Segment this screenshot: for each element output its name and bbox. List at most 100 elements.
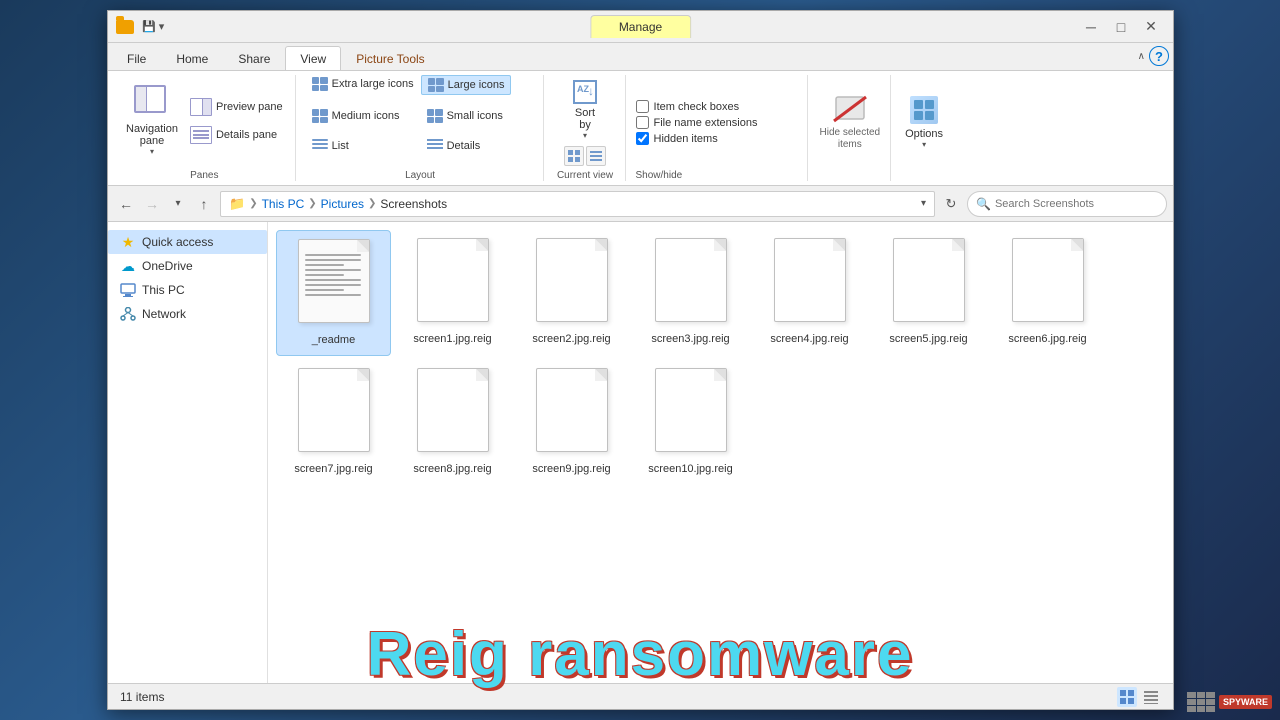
file-item-readme[interactable]: _readme (276, 230, 391, 356)
file-item-screen7[interactable]: screen7.jpg.reig (276, 360, 391, 484)
ribbon-group-panes: Navigation pane ▾ Preview pane Details p… (114, 75, 296, 181)
hide-selected-content: Hide selected items (816, 75, 885, 166)
network-icon (120, 306, 136, 322)
ribbon-collapse-button[interactable]: ∧ (1138, 51, 1145, 62)
file-item-screen10[interactable]: screen10.jpg.reig (633, 360, 748, 484)
search-input[interactable] (995, 198, 1158, 210)
add-columns-button[interactable] (586, 146, 606, 166)
details-toggle-icon (1144, 690, 1158, 704)
item-check-boxes-checkbox[interactable] (636, 100, 649, 113)
file-page-screen4 (774, 238, 846, 322)
this-pc-icon (120, 282, 136, 298)
recent-locations-button[interactable]: ▾ (166, 192, 190, 216)
spyware-logo: SPYWARE (1187, 692, 1272, 712)
sidebar-item-this-pc[interactable]: This PC (108, 278, 267, 302)
group-by-button[interactable] (564, 146, 584, 166)
hidden-items-toggle[interactable]: Hidden items (636, 132, 758, 145)
file-name-extensions-toggle[interactable]: File name extensions (636, 116, 758, 129)
hidden-items-checkbox[interactable] (636, 132, 649, 145)
up-button[interactable]: ↑ (192, 192, 216, 216)
breadcrumb-this-pc[interactable]: This PC (262, 197, 305, 211)
sort-icon (570, 77, 600, 107)
close-button[interactable]: ✕ (1137, 17, 1165, 37)
file-icon-screen5 (889, 238, 969, 328)
minimize-button[interactable]: ─ (1077, 17, 1105, 37)
file-page-screen9 (536, 368, 608, 452)
list-button[interactable]: List (306, 137, 355, 155)
tab-home[interactable]: Home (161, 46, 223, 70)
manage-tab-header[interactable]: Manage (590, 15, 691, 38)
small-icons-button[interactable]: Small icons (421, 107, 509, 125)
large-icons-button[interactable]: Large icons (421, 75, 512, 95)
list-row: List (306, 137, 420, 155)
file-item-screen9[interactable]: screen9.jpg.reig (514, 360, 629, 484)
file-icon-readme (294, 239, 374, 329)
tab-share[interactable]: Share (223, 46, 285, 70)
details-toggle-button[interactable] (1141, 687, 1161, 707)
hide-selected-button[interactable]: Hide selected items (816, 87, 885, 155)
medium-icons-button[interactable]: Medium icons (306, 107, 406, 125)
details-pane-button[interactable]: Details pane (186, 124, 287, 146)
file-item-screen2[interactable]: screen2.jpg.reig (514, 230, 629, 356)
refresh-button[interactable]: ↻ (939, 192, 963, 216)
file-item-screen3[interactable]: screen3.jpg.reig (633, 230, 748, 356)
navigation-buttons: ← → ▾ ↑ (114, 192, 216, 216)
breadcrumb-screenshots: Screenshots (380, 197, 447, 211)
details-button[interactable]: Details (421, 137, 487, 155)
forward-button[interactable]: → (140, 192, 164, 216)
file-page-screen8 (417, 368, 489, 452)
ribbon-tab-bar: File Home Share View Picture Tools ∧ ? (108, 43, 1173, 71)
search-bar[interactable]: 🔍 (967, 191, 1167, 217)
readme-line-9 (305, 294, 361, 296)
breadcrumb-sep-3: ❯ (368, 198, 376, 209)
breadcrumb-bar[interactable]: 📁 ❯ This PC ❯ Pictures ❯ Screenshots ▾ (220, 191, 935, 217)
file-name-screen10: screen10.jpg.reig (648, 462, 732, 476)
maximize-button[interactable]: □ (1107, 17, 1135, 37)
preview-pane-button[interactable]: Preview pane (186, 96, 287, 118)
file-name-extensions-checkbox[interactable] (636, 116, 649, 129)
file-icon-screen4 (770, 238, 850, 328)
sidebar-item-onedrive[interactable]: ☁ OneDrive (108, 254, 267, 278)
file-icon-screen1 (413, 238, 493, 328)
sidebar-item-quick-access[interactable]: ★ Quick access (108, 230, 267, 254)
ransomware-watermark: Reig ransomware (367, 619, 914, 690)
group-by-icon (568, 150, 580, 162)
item-check-boxes-toggle[interactable]: Item check boxes (636, 100, 758, 113)
file-page-screen1 (417, 238, 489, 322)
spyware-badge: SPYWARE (1219, 695, 1272, 709)
file-page-screen10 (655, 368, 727, 452)
tab-picture-tools[interactable]: Picture Tools (341, 46, 439, 70)
file-item-screen4[interactable]: screen4.jpg.reig (752, 230, 867, 356)
back-button[interactable]: ← (114, 192, 138, 216)
window-controls: ─ □ ✕ (1077, 17, 1165, 37)
file-item-screen8[interactable]: screen8.jpg.reig (395, 360, 510, 484)
breadcrumb-pictures[interactable]: Pictures (321, 197, 364, 211)
details-row: Details (421, 137, 535, 155)
tab-file[interactable]: File (112, 46, 161, 70)
tab-view[interactable]: View (285, 46, 341, 70)
file-name-screen3: screen3.jpg.reig (651, 332, 729, 346)
readme-lines (305, 254, 361, 296)
ribbon-content: Navigation pane ▾ Preview pane Details p… (108, 71, 1173, 186)
file-item-screen1[interactable]: screen1.jpg.reig (395, 230, 510, 356)
ribbon-help-area: ∧ ? (1138, 46, 1169, 70)
sort-by-button[interactable]: Sort by ▾ (566, 75, 604, 142)
sidebar-item-network[interactable]: Network (108, 302, 267, 326)
sidebar: ★ Quick access ☁ OneDrive This PC (108, 222, 268, 683)
breadcrumb-dropdown-icon[interactable]: ▾ (921, 198, 926, 209)
options-button[interactable]: Options ▾ (901, 88, 947, 153)
quick-access-icon: ★ (120, 234, 136, 250)
file-name-screen5: screen5.jpg.reig (889, 332, 967, 346)
hide-selected-svg (832, 91, 868, 127)
file-item-screen6[interactable]: screen6.jpg.reig (990, 230, 1105, 356)
current-view-content: Sort by ▾ (564, 75, 606, 166)
readme-line-6 (305, 279, 361, 281)
extra-large-icons-button[interactable]: Extra large icons (306, 75, 420, 93)
options-content: Options ▾ (901, 75, 947, 166)
file-item-screen5[interactable]: screen5.jpg.reig (871, 230, 986, 356)
ribbon-group-hide-selected: Hide selected items (810, 75, 892, 181)
readme-line-8 (305, 289, 344, 291)
help-button[interactable]: ? (1149, 46, 1169, 66)
large-icons-toggle-button[interactable] (1117, 687, 1137, 707)
navigation-pane-button[interactable]: Navigation pane ▾ (122, 83, 182, 158)
